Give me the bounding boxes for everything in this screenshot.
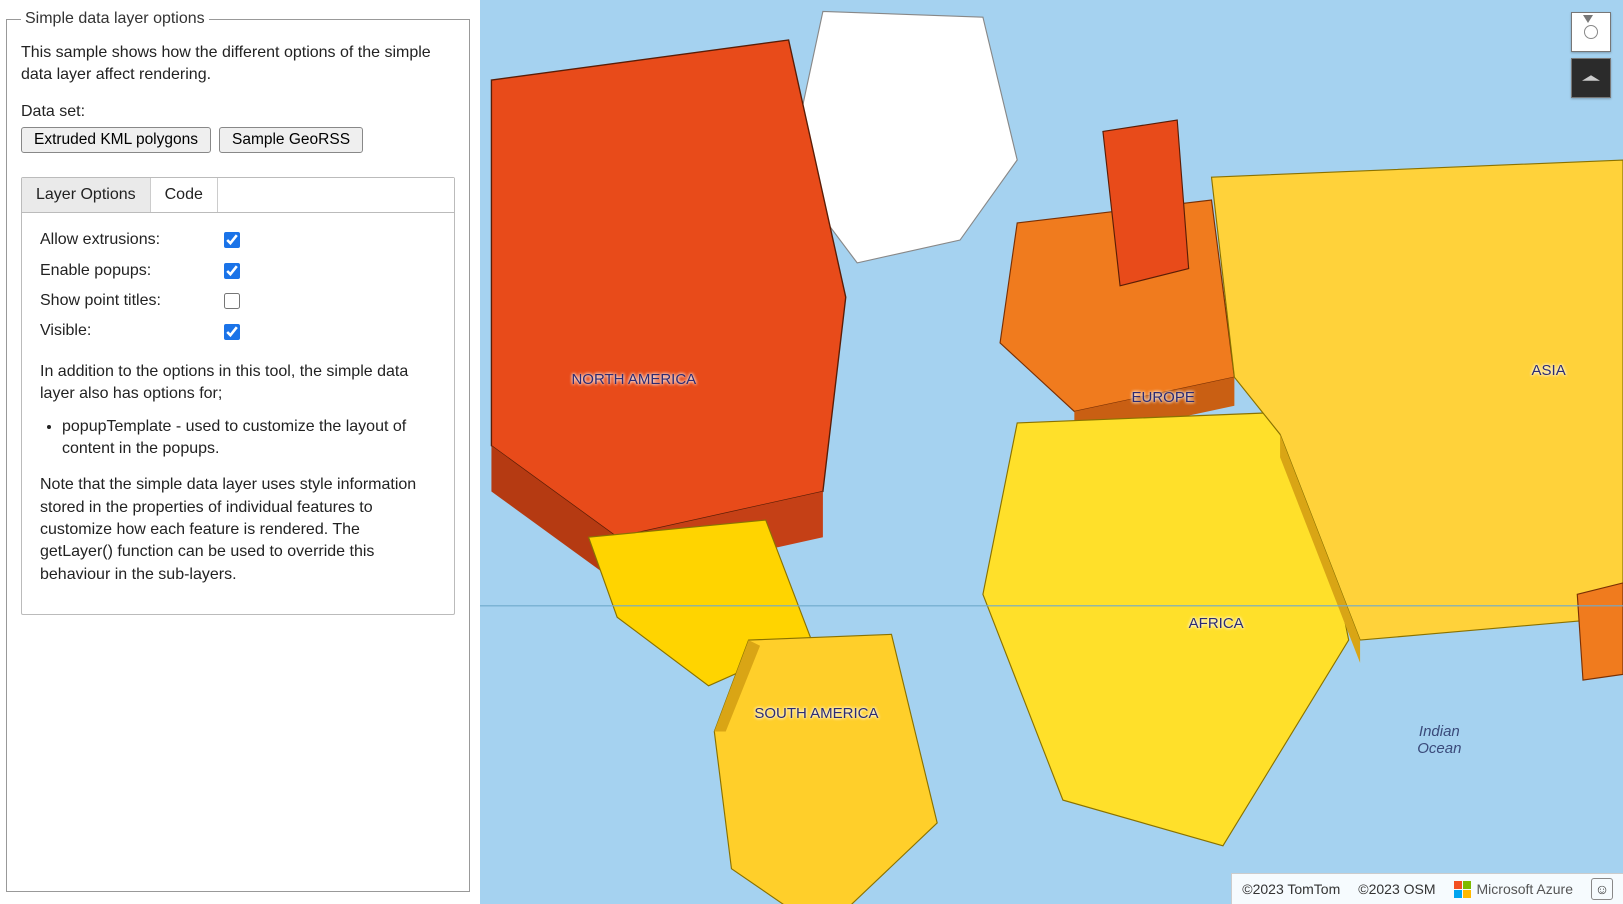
attribution-tomtom: ©2023 TomTom: [1242, 881, 1340, 897]
bullet-popup-template: popupTemplate - used to customize the la…: [62, 416, 436, 461]
attribution-bar: ©2023 TomTom ©2023 OSM Microsoft Azure ☺: [1231, 873, 1623, 904]
extruded-kml-button[interactable]: Extruded KML polygons: [21, 127, 211, 153]
note-text: Note that the simple data layer uses sty…: [40, 474, 436, 586]
pin-icon: [1583, 15, 1593, 23]
microsoft-azure-text: Microsoft Azure: [1477, 881, 1573, 897]
app-root: Simple data layer options This sample sh…: [0, 0, 1623, 904]
layer-options-grid: Allow extrusions: Enable popups: Show po…: [40, 229, 436, 343]
opt-visible-label: Visible:: [40, 320, 220, 342]
tab-strip: Layer Options Code: [22, 178, 454, 213]
extra-bullets: popupTemplate - used to customize the la…: [62, 416, 436, 461]
tab-container: Layer Options Code Allow extrusions: Ena…: [21, 177, 455, 615]
options-panel: Simple data layer options This sample sh…: [6, 10, 470, 892]
options-panel-wrap: Simple data layer options This sample sh…: [0, 0, 480, 904]
opt-enable-popups-checkbox[interactable]: [224, 263, 240, 279]
dataset-buttons: Extruded KML polygons Sample GeoRSS: [21, 127, 455, 153]
map-svg: [480, 0, 1623, 904]
tab-code[interactable]: Code: [151, 178, 218, 212]
attribution-osm: ©2023 OSM: [1358, 881, 1435, 897]
tab-layer-options[interactable]: Layer Options: [22, 178, 151, 212]
opt-allow-extrusions-checkbox[interactable]: [224, 232, 240, 248]
map-canvas[interactable]: NORTH AMERICA SOUTH AMERICA EUROPE AFRIC…: [480, 0, 1623, 904]
map-controls: [1571, 12, 1611, 98]
panel-legend: Simple data layer options: [21, 10, 209, 28]
extra-intro: In addition to the options in this tool,…: [40, 361, 436, 406]
opt-visible-checkbox[interactable]: [224, 324, 240, 340]
map-style-picker-button[interactable]: [1571, 12, 1611, 52]
opt-show-point-titles-checkbox[interactable]: [224, 293, 240, 309]
opt-allow-extrusions-label: Allow extrusions:: [40, 229, 220, 251]
opt-enable-popups-label: Enable popups:: [40, 260, 220, 282]
tab-body-layer-options: Allow extrusions: Enable popups: Show po…: [22, 213, 454, 614]
globe-icon: [1584, 25, 1598, 39]
dataset-label: Data set:: [21, 103, 455, 121]
microsoft-azure-logo: Microsoft Azure: [1454, 881, 1573, 898]
map-pitch-reset-button[interactable]: [1571, 58, 1611, 98]
feedback-button[interactable]: ☺: [1591, 878, 1613, 900]
opt-show-point-titles-label: Show point titles:: [40, 290, 220, 312]
panel-intro: This sample shows how the different opti…: [21, 42, 455, 85]
sample-georss-button[interactable]: Sample GeoRSS: [219, 127, 363, 153]
pitch-icon: [1582, 75, 1600, 80]
microsoft-logo-icon: [1454, 881, 1471, 898]
